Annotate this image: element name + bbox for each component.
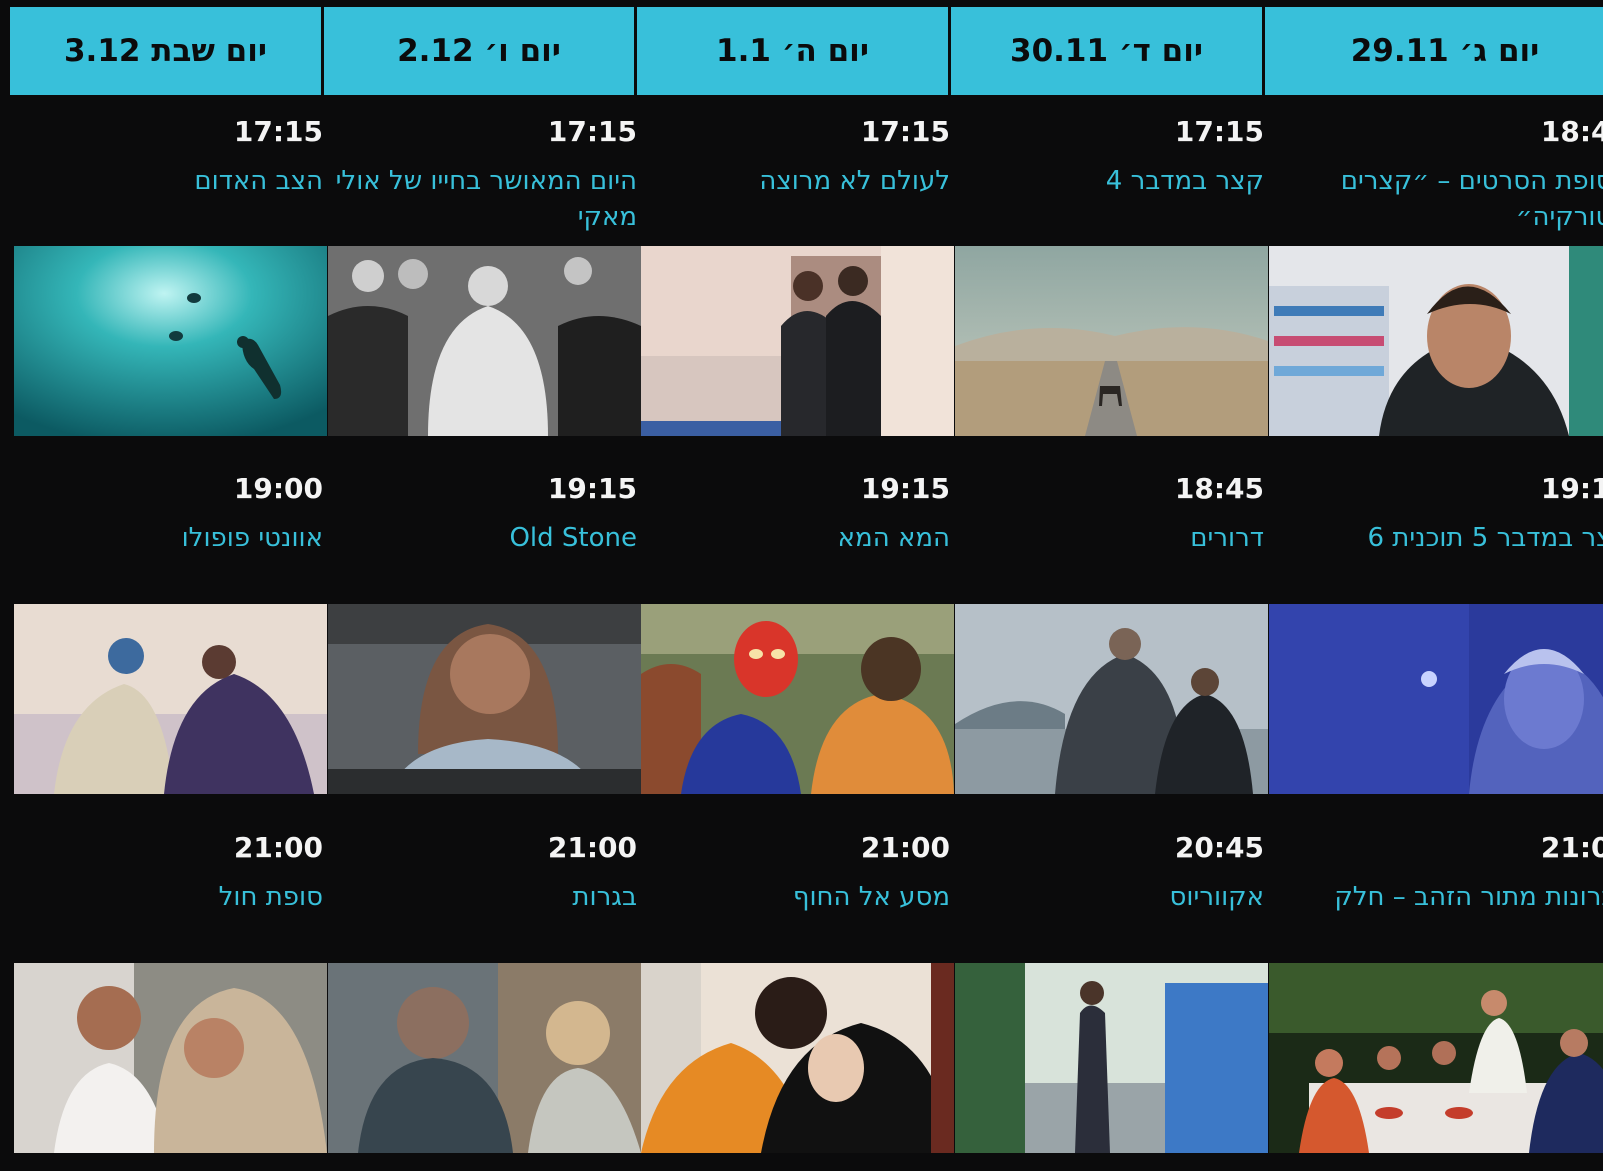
film-title[interactable]: מסע אל החוף bbox=[630, 879, 950, 915]
film-title[interactable]: בגרות bbox=[317, 879, 637, 915]
screening-time: 19:15 bbox=[1540, 472, 1603, 505]
screening-time: 19:15 bbox=[547, 472, 637, 505]
screening-time: 21:00 bbox=[233, 831, 323, 864]
screening-time: 19:00 bbox=[233, 472, 323, 505]
film-title[interactable]: דרורים bbox=[944, 520, 1264, 556]
day-header-friday: יום ו׳ 2.12 bbox=[324, 7, 634, 95]
film-title[interactable]: קצר במדבר 5 תוכנית 6 bbox=[1270, 520, 1603, 556]
screening-time: 18:45 bbox=[1174, 472, 1264, 505]
film-title[interactable]: אסופת הסרטים – ״קצרים מטורקיה״ bbox=[1330, 163, 1603, 235]
film-still-image[interactable] bbox=[641, 604, 954, 794]
screening-time: 17:15 bbox=[860, 115, 950, 148]
film-title[interactable]: Old Stone bbox=[317, 520, 637, 556]
day-header-thursday: יום ה׳ 1.1 bbox=[637, 7, 948, 95]
film-title[interactable]: זיכרונות מתור הזהב – חלק 2 bbox=[1310, 879, 1603, 951]
screening-time: 17:15 bbox=[233, 115, 323, 148]
screening-time: 18:45 bbox=[1540, 115, 1603, 148]
film-still-image[interactable] bbox=[14, 604, 327, 794]
day-header-shabbat: יום שבת 3.12 bbox=[10, 7, 321, 95]
film-still-image[interactable] bbox=[1269, 604, 1603, 794]
screening-time: 19:15 bbox=[860, 472, 950, 505]
film-title[interactable]: הצב האדום bbox=[3, 163, 323, 199]
film-title[interactable]: היום המאושר בחייו של אולי מאקי bbox=[317, 163, 637, 235]
film-still-image[interactable] bbox=[955, 604, 1268, 794]
film-still-image[interactable] bbox=[955, 963, 1268, 1153]
screening-time: 17:15 bbox=[547, 115, 637, 148]
screening-time: 21:00 bbox=[860, 831, 950, 864]
film-title[interactable]: לעולם לא מרוצה bbox=[630, 163, 950, 199]
film-title[interactable]: המא המא bbox=[630, 520, 950, 556]
film-title[interactable]: אוונטי פופולו bbox=[3, 520, 323, 556]
festival-schedule: יום שבת 3.12 יום ו׳ 2.12 יום ה׳ 1.1 יום … bbox=[10, 7, 1603, 1171]
film-still-image[interactable] bbox=[14, 963, 327, 1153]
screening-time: 20:45 bbox=[1174, 831, 1264, 864]
film-still-image[interactable] bbox=[955, 246, 1268, 436]
film-still-image[interactable] bbox=[328, 246, 641, 436]
screening-time: 21:00 bbox=[1540, 831, 1603, 864]
film-still-image[interactable] bbox=[641, 246, 954, 436]
film-still-image[interactable] bbox=[641, 963, 954, 1153]
film-still-image[interactable] bbox=[1269, 246, 1603, 436]
film-still-image[interactable] bbox=[14, 246, 327, 436]
screening-time: 21:00 bbox=[547, 831, 637, 864]
film-title[interactable]: סופת חול bbox=[3, 879, 323, 915]
film-title[interactable]: אקווריוס bbox=[944, 879, 1264, 915]
film-still-image[interactable] bbox=[1269, 963, 1603, 1153]
film-still-image[interactable] bbox=[328, 604, 641, 794]
day-header-wednesday: יום ד׳ 30.11 bbox=[951, 7, 1262, 95]
screening-time: 17:15 bbox=[1174, 115, 1264, 148]
day-header-tuesday: יום ג׳ 29.11 bbox=[1265, 7, 1603, 95]
film-title[interactable]: קצר במדבר 4 bbox=[944, 163, 1264, 199]
film-still-image[interactable] bbox=[328, 963, 641, 1153]
